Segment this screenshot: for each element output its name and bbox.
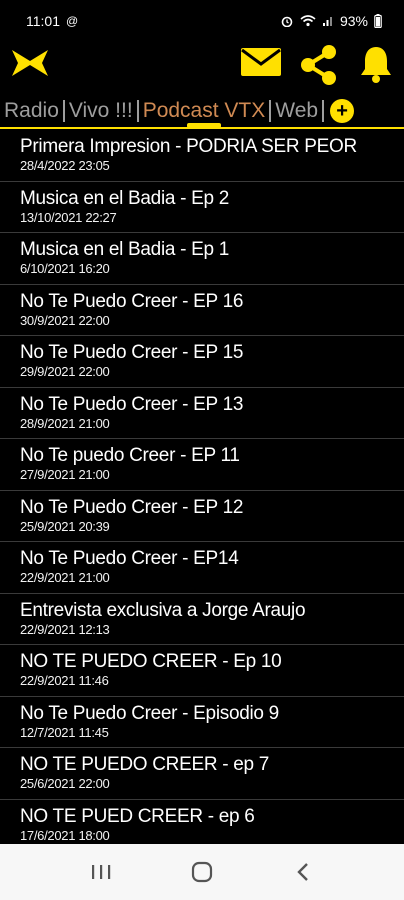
share-icon[interactable]: [298, 44, 340, 86]
bell-icon[interactable]: [358, 44, 394, 84]
podcast-date: 27/9/2021 21:00: [20, 467, 110, 482]
wifi-icon: [300, 15, 316, 27]
podcast-list-item[interactable]: Musica en el Badia - Ep 1 6/10/2021 16:20: [0, 233, 404, 285]
tab-bar: Radio Vivo !!! Podcast VTX Web +: [0, 92, 404, 130]
podcast-title: No Te Puedo Creer - EP 16: [20, 290, 244, 312]
recent-apps-icon[interactable]: [81, 852, 121, 892]
podcast-title: No Te puedo Creer - EP 11: [20, 445, 240, 466]
tab-web[interactable]: Web: [271, 99, 322, 123]
podcast-list-item[interactable]: No Te Puedo Creer - EP 13 28/9/2021 21:00: [0, 388, 404, 439]
podcast-title: No Te Puedo Creer - EP 15: [20, 342, 244, 363]
tab-divider: [322, 100, 325, 122]
mail-icon[interactable]: [240, 44, 282, 80]
podcast-list-item[interactable]: No Te Puedo Creer - EP 16 30/9/2021 22:00: [0, 285, 404, 336]
podcast-list-item[interactable]: NO TE PUEDO CREER - Ep 10 22/9/2021 11:46: [0, 645, 404, 697]
podcast-date: 25/9/2021 20:39: [20, 518, 110, 534]
tab-underline: [0, 127, 404, 129]
home-icon[interactable]: [182, 852, 222, 892]
podcast-title: NO TE PUEDO CREER - Ep 10: [20, 651, 282, 672]
podcast-list-item[interactable]: Primera Impresion - PODRIA SER PEOR 28/4/…: [0, 130, 404, 182]
vtx-x-logo-icon[interactable]: [10, 46, 50, 80]
podcast-date: 22/9/2021 21:00: [20, 570, 110, 585]
system-nav-bar: [0, 844, 404, 900]
alarm-icon: [281, 16, 293, 27]
podcast-date: 22/9/2021 12:13: [20, 621, 110, 637]
podcast-date: 25/6/2021 22:00: [20, 776, 110, 791]
podcast-list-item[interactable]: Entrevista exclusiva a Jorge Araujo 22/9/…: [0, 594, 404, 645]
podcast-list-item[interactable]: No Te Puedo Creer - EP14 22/9/2021 21:00: [0, 542, 404, 594]
podcast-title: No Te Puedo Creer - Episodio 9: [20, 702, 279, 724]
back-icon[interactable]: [283, 852, 323, 892]
podcast-date: 13/10/2021 22:27: [20, 209, 117, 225]
podcast-title: No Te Puedo Creer - EP 13: [20, 393, 244, 415]
battery-percent: 93%: [339, 13, 368, 29]
podcast-list-item[interactable]: No Te Puedo Creer - EP 15 29/9/2021 22:00: [0, 336, 404, 388]
podcast-list-item[interactable]: NO TE PUEDO CREER - ep 7 25/6/2021 22:00: [0, 748, 404, 800]
tab-radio[interactable]: Radio: [0, 99, 63, 123]
podcast-list-item[interactable]: No Te Puedo Creer - EP 12 25/9/2021 20:39: [0, 491, 404, 542]
podcast-title: Primera Impresion - PODRIA SER PEOR: [20, 136, 357, 157]
podcast-list-item[interactable]: Musica en el Badia - Ep 2 13/10/2021 22:2…: [0, 182, 404, 233]
podcast-date: 12/7/2021 11:45: [20, 724, 109, 740]
podcast-title: NO TE PUED CREER - ep 6: [20, 805, 255, 827]
tab-podcast-vtx[interactable]: Podcast VTX: [139, 99, 270, 128]
podcast-date: 22/9/2021 11:46: [20, 673, 109, 688]
status-bar: 11:01 @ 93%: [0, 0, 404, 42]
podcast-title: Musica en el Badia - Ep 2: [20, 187, 230, 209]
podcast-date: 30/9/2021 22:00: [20, 312, 110, 328]
podcast-date: 6/10/2021 16:20: [20, 261, 110, 276]
podcast-title: Entrevista exclusiva a Jorge Araujo: [20, 599, 306, 621]
status-time: 11:01: [26, 13, 60, 29]
signal-icon: [322, 17, 332, 26]
battery-icon: [374, 14, 382, 28]
status-left: 11:01 @: [26, 13, 78, 29]
podcast-list[interactable]: Primera Impresion - PODRIA SER PEOR 28/4/…: [0, 130, 404, 844]
status-right: 93%: [280, 13, 382, 29]
podcast-title: Musica en el Badia - Ep 1: [20, 239, 230, 260]
podcast-date: 17/6/2021 18:00: [20, 827, 110, 843]
podcast-date: 29/9/2021 22:00: [20, 364, 110, 379]
podcast-list-item[interactable]: No Te Puedo Creer - Episodio 9 12/7/2021 …: [0, 697, 404, 748]
at-sign-icon: @: [66, 14, 79, 28]
podcast-title: No Te Puedo Creer - EP 12: [20, 496, 244, 518]
plus-icon[interactable]: +: [330, 99, 355, 123]
podcast-title: NO TE PUEDO CREER - ep 7: [20, 754, 270, 775]
podcast-title: No Te Puedo Creer - EP14: [20, 548, 239, 569]
podcast-date: 28/9/2021 21:00: [20, 415, 110, 431]
tab-vivo[interactable]: Vivo !!!: [65, 99, 137, 123]
podcast-list-item[interactable]: No Te puedo Creer - EP 11 27/9/2021 21:00: [0, 439, 404, 491]
app-header: [0, 42, 404, 90]
podcast-date: 28/4/2022 23:05: [20, 158, 110, 173]
podcast-list-item[interactable]: NO TE PUED CREER - ep 6 17/6/2021 18:00: [0, 800, 404, 845]
